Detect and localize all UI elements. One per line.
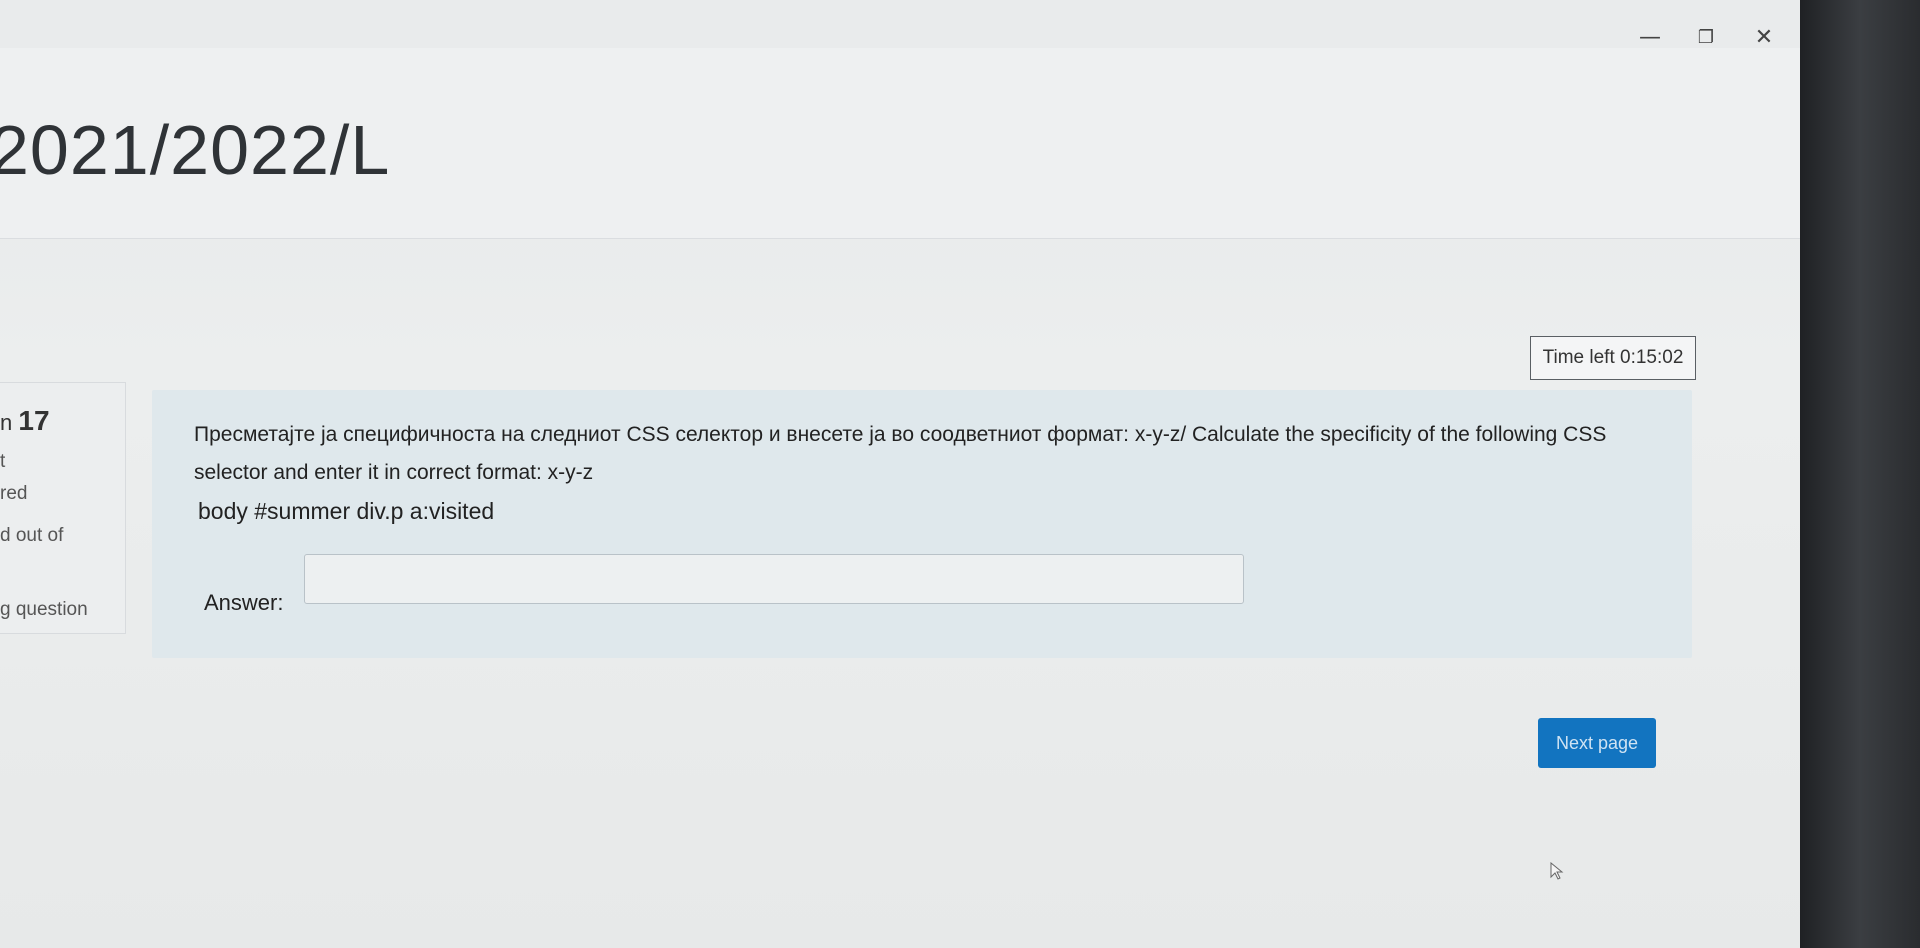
answer-label: Answer: (204, 590, 284, 615)
question-number-prefix: n (0, 410, 13, 435)
flag-question-link[interactable]: g question (0, 599, 88, 621)
question-content: Пресметајте ја специфичноста на следниот… (152, 390, 1692, 658)
quiz-timer: Time left 0:15:02 (1530, 336, 1696, 380)
question-text: Пресметајте ја специфичноста на следниот… (194, 423, 1607, 484)
question-status: t (0, 451, 6, 472)
next-page-button[interactable]: Next page (1538, 718, 1656, 768)
css-selector-text: body #summer div.p a:visited (198, 498, 495, 524)
question-marks: d out of (0, 525, 64, 546)
mouse-pointer-icon (1550, 862, 1564, 880)
course-title: 2021/2022/L (0, 111, 391, 189)
question-answered-state: red (0, 483, 28, 504)
question-number: 17 (18, 405, 50, 436)
browser-window: — ❐ ✕ 2021/2022/L Time left 0:15:02 n 17… (0, 0, 1800, 948)
window-titlebar: — ❐ ✕ (0, 0, 1800, 50)
question-number-row: n 17 (0, 405, 50, 437)
question-info-panel: n 17 t red d out of g question (0, 382, 126, 634)
answer-input[interactable] (304, 554, 1244, 604)
monitor-bezel (1800, 0, 1920, 948)
